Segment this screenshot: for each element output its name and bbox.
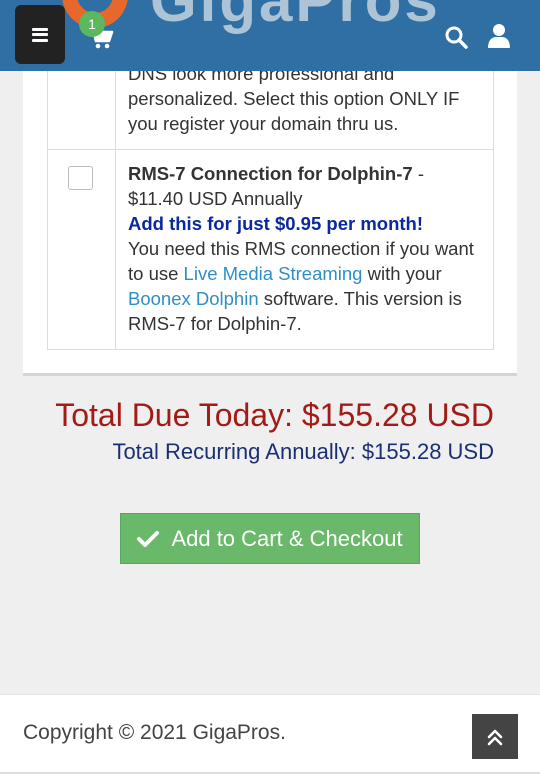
addon-row-rms: RMS-7 Connection for Dolphin-7 - $11.40 … <box>47 149 494 350</box>
back-to-top-button[interactable] <box>472 714 518 759</box>
boonex-dolphin-link[interactable]: Boonex Dolphin <box>128 288 259 309</box>
live-media-streaming-link[interactable]: Live Media Streaming <box>184 263 363 284</box>
addon-description-text: DNS look more professional and personali… <box>128 63 460 134</box>
menu-button[interactable] <box>15 5 65 64</box>
menu-icon <box>32 27 48 42</box>
site-footer: Copyright © 2021 GigaPros. <box>0 694 540 774</box>
site-header: GigaPros 1 <box>0 0 540 71</box>
cell-divider <box>115 150 116 349</box>
addon-promo: Add this for just $0.95 per month! <box>128 213 423 234</box>
checkout-label: Add to Cart & Checkout <box>171 525 403 551</box>
search-icon[interactable] <box>444 25 468 49</box>
check-icon <box>137 530 160 547</box>
cart-count-badge: 1 <box>79 11 105 37</box>
addon-name-separator: - <box>412 163 424 184</box>
addon-desc-part2: with your <box>362 263 442 284</box>
addon-price: $11.40 USD Annually <box>128 188 303 209</box>
user-icon[interactable] <box>487 23 511 49</box>
addon-checkbox-rms[interactable] <box>68 166 93 190</box>
addon-name: RMS-7 Connection for Dolphin-7 <box>128 163 413 184</box>
copyright-text: Copyright © 2021 GigaPros. <box>23 721 286 744</box>
total-recurring: Total Recurring Annually: $155.28 USD <box>112 439 494 464</box>
addon-description: DNS look more professional and personali… <box>128 61 477 136</box>
chevron-double-up-icon <box>487 729 503 745</box>
logo[interactable]: GigaPros <box>150 0 441 35</box>
total-due-today: Total Due Today: $155.28 USD <box>55 397 494 433</box>
addon-description: RMS-7 Connection for Dolphin-7 - $11.40 … <box>128 161 477 336</box>
add-to-cart-checkout-button[interactable]: Add to Cart & Checkout <box>120 513 420 564</box>
